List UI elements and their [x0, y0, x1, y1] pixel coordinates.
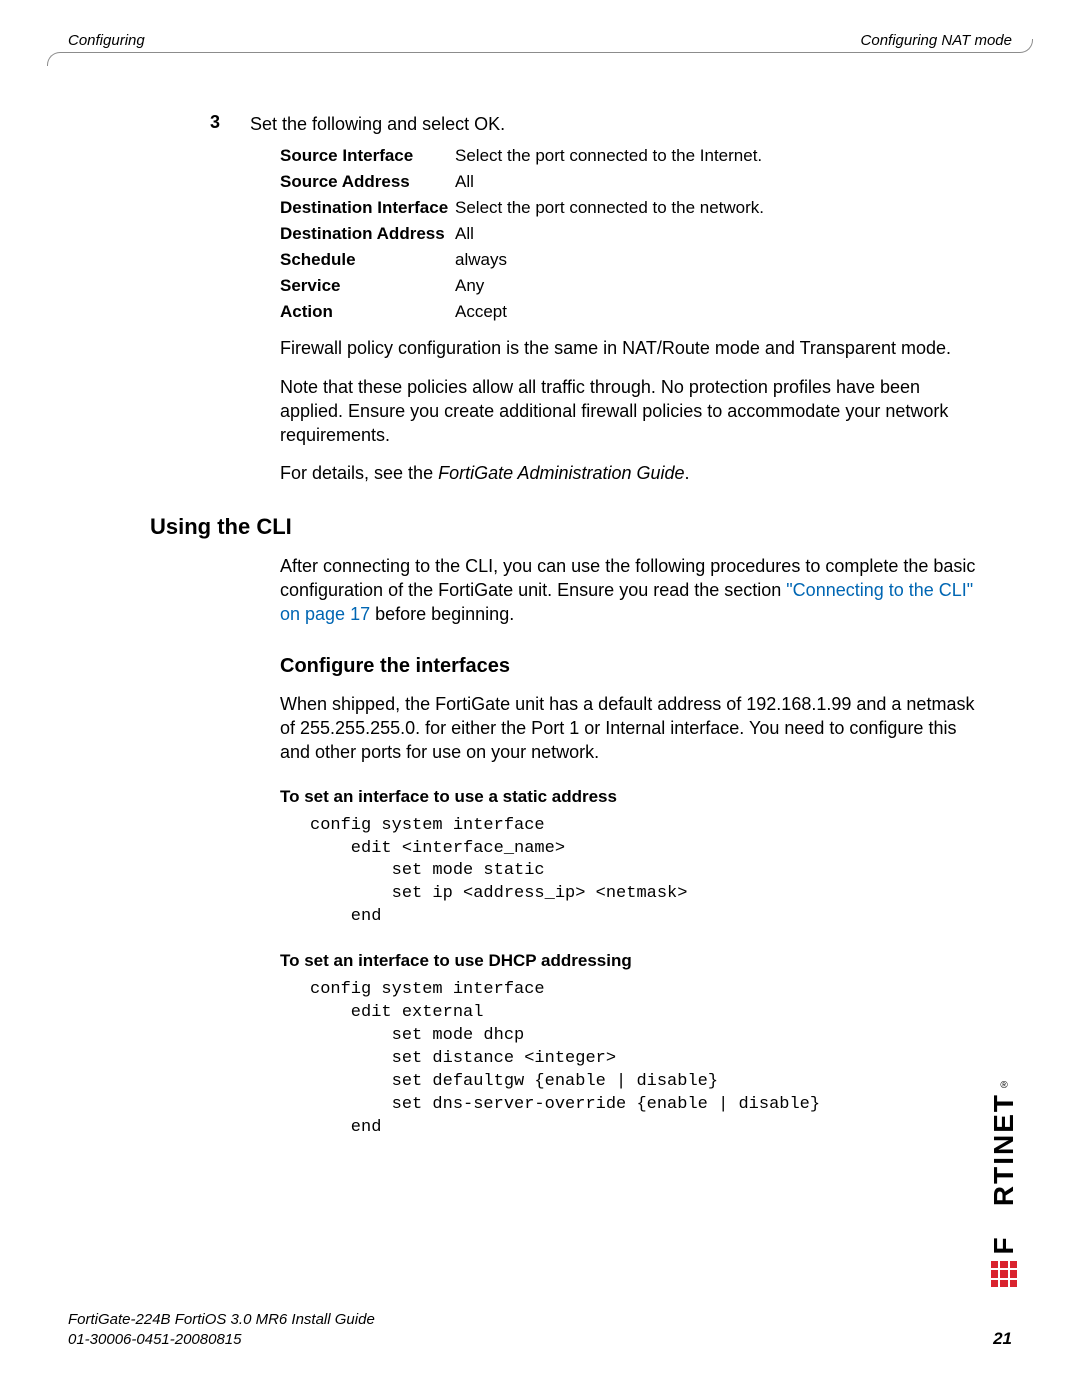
frame-corner-left: [47, 52, 61, 66]
registered-mark: ®: [1000, 1080, 1007, 1091]
footer-doc-title: FortiGate-224B FortiOS 3.0 MR6 Install G…: [68, 1310, 375, 1330]
policy-value: Select the port connected to the Interne…: [455, 146, 985, 166]
policy-value: always: [455, 250, 985, 270]
policy-row: Destination Address All: [280, 224, 985, 244]
logo-text: F RTINET: [988, 1093, 1020, 1255]
paragraph: Note that these policies allow all traff…: [280, 375, 985, 448]
page: Configuring Configuring NAT mode 3 Set t…: [0, 0, 1080, 1397]
frame-corner-right: [1019, 39, 1033, 53]
logo-icon: [991, 1261, 1017, 1287]
heading-using-the-cli: Using the CLI: [150, 514, 985, 540]
policy-value: Accept: [455, 302, 985, 322]
policy-label: Service: [280, 276, 455, 296]
frame-divider: [60, 52, 1020, 53]
paragraph: Firewall policy configuration is the sam…: [280, 336, 985, 360]
policy-value: All: [455, 172, 985, 192]
paragraph-text: For details, see the: [280, 463, 438, 483]
paragraph: After connecting to the CLI, you can use…: [280, 554, 985, 627]
policy-label: Destination Address: [280, 224, 455, 244]
subheading-static-address: To set an interface to use a static addr…: [280, 787, 985, 807]
policy-row: Action Accept: [280, 302, 985, 322]
header-left-text: Configuring: [68, 32, 145, 49]
policy-row: Source Address All: [280, 172, 985, 192]
policy-label: Source Interface: [280, 146, 455, 166]
policy-table: Source Interface Select the port connect…: [280, 146, 985, 322]
policy-value: Select the port connected to the network…: [455, 198, 985, 218]
subheading-dhcp-address: To set an interface to use DHCP addressi…: [280, 951, 985, 971]
footer-info: FortiGate-224B FortiOS 3.0 MR6 Install G…: [68, 1310, 375, 1349]
code-block-dhcp: config system interface edit external se…: [310, 979, 985, 1140]
policy-row: Service Any: [280, 276, 985, 296]
policy-label: Source Address: [280, 172, 455, 192]
fortinet-logo: ® F RTINET: [988, 1082, 1020, 1287]
paragraph: When shipped, the FortiGate unit has a d…: [280, 692, 985, 765]
cite-title: FortiGate Administration Guide: [438, 463, 684, 483]
footer-doc-id: 01-30006-0451-20080815: [68, 1330, 375, 1350]
page-header: Configuring Configuring NAT mode: [68, 32, 1012, 49]
page-number: 21: [993, 1329, 1012, 1349]
heading-configure-interfaces: Configure the interfaces: [280, 655, 985, 678]
policy-value: All: [455, 224, 985, 244]
page-footer: FortiGate-224B FortiOS 3.0 MR6 Install G…: [68, 1310, 1012, 1349]
paragraph-text: .: [685, 463, 690, 483]
policy-row: Destination Interface Select the port co…: [280, 198, 985, 218]
step-row: 3 Set the following and select OK.: [150, 112, 985, 136]
policy-row: Source Interface Select the port connect…: [280, 146, 985, 166]
code-block-static: config system interface edit <interface_…: [310, 815, 985, 930]
policy-label: Destination Interface: [280, 198, 455, 218]
policy-row: Schedule always: [280, 250, 985, 270]
step-number: 3: [150, 112, 250, 136]
paragraph: For details, see the FortiGate Administr…: [280, 461, 985, 485]
header-right-text: Configuring NAT mode: [861, 32, 1012, 49]
paragraph-text: before beginning.: [370, 604, 514, 624]
policy-label: Schedule: [280, 250, 455, 270]
content-area: 3 Set the following and select OK. Sourc…: [150, 100, 985, 1140]
policy-label: Action: [280, 302, 455, 322]
policy-value: Any: [455, 276, 985, 296]
step-instruction: Set the following and select OK.: [250, 112, 985, 136]
